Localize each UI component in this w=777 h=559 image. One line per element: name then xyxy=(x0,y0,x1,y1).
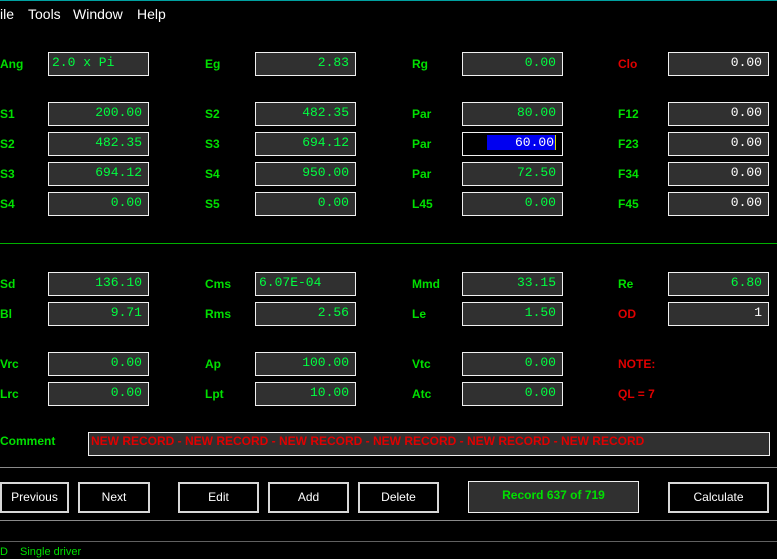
top-label-r2c1: S3 xyxy=(205,137,220,151)
top-field-r4c3[interactable]: 0.00 xyxy=(667,191,770,217)
top-label-r2c2: Par xyxy=(412,137,432,151)
top-field-r2c3[interactable]: 0.00 xyxy=(667,131,770,157)
top-field-r0c3[interactable]: 0.00 xyxy=(667,51,770,77)
bottom-field-r3c0[interactable]: 0.00 xyxy=(47,381,150,407)
bottom-label-r1c0: Bl xyxy=(0,307,12,321)
top-field-r3c0[interactable]: 694.12 xyxy=(47,161,150,187)
status-right: Single driver xyxy=(20,546,82,558)
top-label-r1c1: S2 xyxy=(205,107,220,121)
top-field-r1c1[interactable]: 482.35 xyxy=(254,101,357,127)
delete-button[interactable]: Delete xyxy=(358,482,439,513)
bottom-field-r1c0[interactable]: 9.71 xyxy=(47,301,150,327)
next-button[interactable]: Next xyxy=(78,482,150,513)
bottom-label-r3c2: Atc xyxy=(412,387,432,401)
top-field-r2c1[interactable]: 694.12 xyxy=(254,131,357,157)
menu-help[interactable]: Help xyxy=(137,6,166,22)
top-field-r4c0[interactable]: 0.00 xyxy=(47,191,150,217)
top-field-r3c2[interactable]: 72.50 xyxy=(461,161,564,187)
bottom-label-r3c3: QL = 7 xyxy=(618,387,655,401)
bottom-label-r2c2: Vtc xyxy=(412,357,431,371)
previous-button[interactable]: Previous xyxy=(0,482,69,513)
button-bar-divider xyxy=(0,467,777,468)
menu-bar: ile Tools Window Help xyxy=(0,0,777,27)
bottom-label-r3c0: Lrc xyxy=(0,387,19,401)
section-divider xyxy=(0,243,777,244)
bottom-field-r2c2[interactable]: 0.00 xyxy=(461,351,564,377)
bottom-field-r2c0[interactable]: 0.00 xyxy=(47,351,150,377)
bottom-field-r3c2[interactable]: 0.00 xyxy=(461,381,564,407)
status-divider xyxy=(0,520,777,521)
top-label-r4c0: S4 xyxy=(0,197,15,211)
top-label-r0c3: Clo xyxy=(618,57,638,71)
bottom-label-r3c1: Lpt xyxy=(205,387,224,401)
top-field-r1c2[interactable]: 80.00 xyxy=(461,101,564,127)
status-bar: D Single driver xyxy=(0,541,777,559)
bottom-field-r1c1[interactable]: 2.56 xyxy=(254,301,357,327)
top-label-r0c0: Ang xyxy=(0,57,24,71)
bottom-label-r2c3: NOTE: xyxy=(618,357,656,371)
top-label-r3c1: S4 xyxy=(205,167,220,181)
bottom-label-r0c3: Re xyxy=(618,277,634,291)
menu-tools[interactable]: Tools xyxy=(28,6,61,22)
calculate-button[interactable]: Calculate xyxy=(668,482,769,513)
top-label-r3c3: F34 xyxy=(618,167,639,181)
top-label-r3c2: Par xyxy=(412,167,432,181)
top-field-r0c0[interactable]: 2.0 x Pi xyxy=(47,51,150,77)
bottom-field-r0c3[interactable]: 6.80 xyxy=(667,271,770,297)
bottom-label-r0c2: Mmd xyxy=(412,277,440,291)
bottom-label-r0c0: Sd xyxy=(0,277,16,291)
status-left: D xyxy=(0,546,8,558)
selected-text: 60.00 xyxy=(486,135,555,150)
bottom-field-r1c2[interactable]: 1.50 xyxy=(461,301,564,327)
top-field-r1c3[interactable]: 0.00 xyxy=(667,101,770,127)
top-field-r0c1[interactable]: 2.83 xyxy=(254,51,357,77)
top-field-r2c0[interactable]: 482.35 xyxy=(47,131,150,157)
top-label-r1c3: F12 xyxy=(618,107,639,121)
top-field-r3c1[interactable]: 950.00 xyxy=(254,161,357,187)
bottom-field-r1c3[interactable]: 1 xyxy=(667,301,770,327)
top-label-r1c2: Par xyxy=(412,107,432,121)
bottom-label-r2c1: Ap xyxy=(205,357,221,371)
top-field-r4c2[interactable]: 0.00 xyxy=(461,191,564,217)
top-label-r2c0: S2 xyxy=(0,137,15,151)
top-field-r0c2[interactable]: 0.00 xyxy=(461,51,564,77)
bottom-label-r1c2: Le xyxy=(412,307,427,321)
bottom-label-r1c1: Rms xyxy=(205,307,232,321)
top-label-r2c3: F23 xyxy=(618,137,639,151)
menu-window[interactable]: Window xyxy=(73,6,123,22)
top-field-r3c3[interactable]: 0.00 xyxy=(667,161,770,187)
edit-button[interactable]: Edit xyxy=(178,482,259,513)
bottom-label-r2c0: Vrc xyxy=(0,357,19,371)
bottom-field-r0c1[interactable]: 6.07E-04 xyxy=(254,271,357,297)
bottom-field-r0c2[interactable]: 33.15 xyxy=(461,271,564,297)
text-caret xyxy=(555,135,556,150)
comment-label: Comment xyxy=(0,434,56,448)
top-field-r2c2[interactable]: 60.00 xyxy=(461,131,564,157)
top-label-r0c1: Eg xyxy=(205,57,221,71)
bottom-field-r2c1[interactable]: 100.00 xyxy=(254,351,357,377)
top-label-r0c2: Rg xyxy=(412,57,428,71)
record-counter: Record 637 of 719 xyxy=(468,481,639,513)
top-label-r3c0: S3 xyxy=(0,167,15,181)
top-field-r4c1[interactable]: 0.00 xyxy=(254,191,357,217)
top-label-r4c2: L45 xyxy=(412,197,433,211)
top-label-r4c1: S5 xyxy=(205,197,220,211)
bottom-field-r0c0[interactable]: 136.10 xyxy=(47,271,150,297)
add-button[interactable]: Add xyxy=(268,482,349,513)
top-field-r1c0[interactable]: 200.00 xyxy=(47,101,150,127)
menu-file[interactable]: ile xyxy=(0,6,14,22)
bottom-label-r0c1: Cms xyxy=(205,277,232,291)
comment-field[interactable]: NEW RECORD - NEW RECORD - NEW RECORD - N… xyxy=(88,432,770,456)
bottom-label-r1c3: OD xyxy=(618,307,636,321)
bottom-field-r3c1[interactable]: 10.00 xyxy=(254,381,357,407)
top-label-r4c3: F45 xyxy=(618,197,639,211)
top-label-r1c0: S1 xyxy=(0,107,15,121)
